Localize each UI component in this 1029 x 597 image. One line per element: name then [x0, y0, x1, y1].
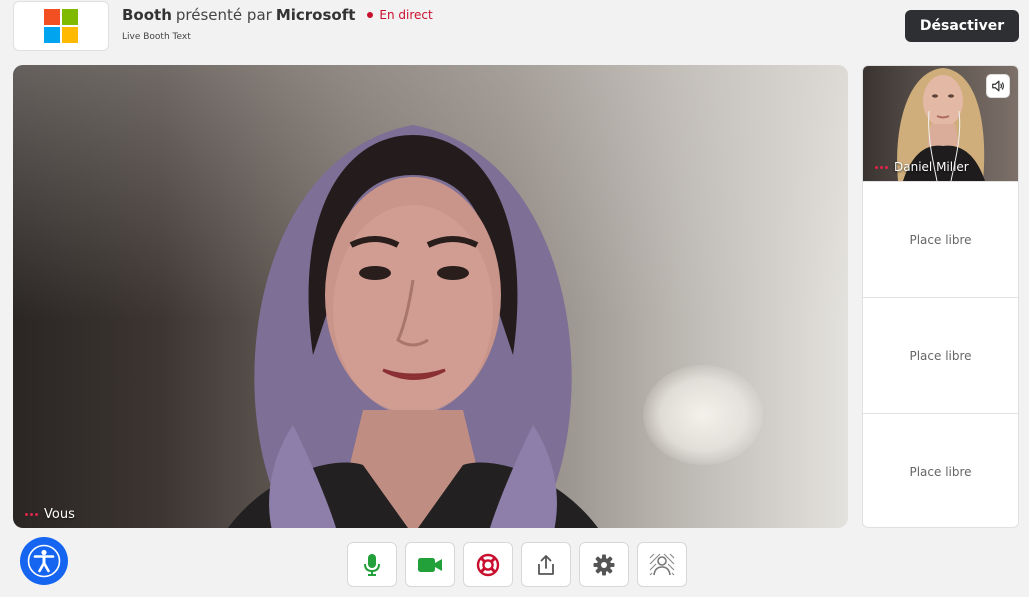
sponsor-logo: [13, 1, 109, 51]
booth-header: Booth présenté par Microsoft En direct L…: [0, 0, 1029, 56]
call-controls-toolbar: [347, 542, 687, 587]
sponsor-name: Microsoft: [275, 6, 356, 24]
free-slot: Place libre: [863, 297, 1018, 413]
deactivate-button[interactable]: Désactiver: [905, 10, 1019, 42]
main-video-feed: Vous: [13, 65, 848, 528]
camera-button[interactable]: [405, 542, 455, 587]
camera-icon: [418, 557, 442, 572]
share-button[interactable]: [521, 542, 571, 587]
presented-by-label: présenté par: [175, 6, 272, 24]
microphone-icon: [364, 553, 380, 576]
free-slot-label: Place libre: [909, 348, 972, 363]
participants-panel: Daniel Miller Place libre Place libre Pl…: [862, 65, 1019, 528]
free-slot-label: Place libre: [909, 232, 972, 247]
free-slot-label: Place libre: [909, 464, 972, 479]
self-video-person: [228, 125, 598, 528]
speaker-icon: [992, 80, 1004, 92]
live-status-label: En direct: [379, 8, 433, 22]
help-button[interactable]: [463, 542, 513, 587]
microsoft-logo-icon: [44, 9, 78, 43]
microphone-button[interactable]: [347, 542, 397, 587]
accessibility-button[interactable]: [20, 537, 68, 585]
participant-name: Daniel Miller: [894, 160, 969, 174]
booth-subtitle: Live Booth Text: [122, 32, 191, 42]
accessibility-icon: [27, 544, 61, 578]
free-slot: Place libre: [863, 413, 1018, 527]
participant-name-label: Daniel Miller: [875, 160, 969, 174]
self-participant-label: Vous: [25, 507, 75, 522]
live-status-badge: En direct: [367, 8, 433, 22]
share-icon: [538, 554, 554, 575]
gear-icon: [593, 554, 615, 575]
audio-level-icon: [875, 165, 888, 169]
booth-label: Booth: [122, 6, 172, 24]
background-blur-button[interactable]: [637, 542, 687, 587]
audio-level-icon: [25, 513, 38, 516]
background-blur-icon: [649, 553, 675, 575]
lifebuoy-icon: [476, 553, 500, 576]
live-dot-icon: [367, 12, 374, 18]
settings-button[interactable]: [579, 542, 629, 587]
self-name: Vous: [44, 507, 75, 522]
speaker-button[interactable]: [986, 74, 1010, 98]
participant-tile-daniel-miller[interactable]: Daniel Miller: [863, 66, 1018, 181]
booth-title: Booth présenté par Microsoft En direct: [122, 6, 433, 24]
free-slot: Place libre: [863, 181, 1018, 297]
